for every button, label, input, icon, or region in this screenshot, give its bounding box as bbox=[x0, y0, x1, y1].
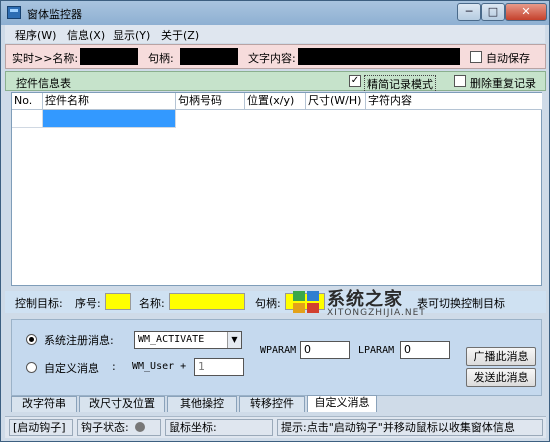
menu-program[interactable]: 程序(W) bbox=[15, 27, 56, 43]
realtime-handle-value bbox=[180, 48, 238, 65]
close-button[interactable]: ✕ bbox=[505, 3, 547, 21]
title-bar[interactable]: 窗体监控器 ─ □ ✕ bbox=[1, 1, 549, 25]
realtime-text-label: 文字内容: bbox=[248, 52, 296, 65]
dedupe-checkbox[interactable] bbox=[454, 75, 466, 87]
target-index-field[interactable] bbox=[105, 293, 131, 310]
control-info-title: 控件信息表 bbox=[16, 77, 71, 90]
realtime-text-value bbox=[298, 48, 460, 65]
realtime-handle-label: 句柄: bbox=[148, 52, 174, 65]
window-title: 窗体监控器 bbox=[27, 8, 82, 21]
autosave-checkbox[interactable] bbox=[470, 51, 482, 63]
status-bar: [启动钩子] 钩子状态: 鼠标坐标: 提示:点击"启动钩子"并移动鼠标以收集窗体… bbox=[5, 416, 546, 438]
tab-transfer-control[interactable]: 转移控件 bbox=[239, 396, 305, 412]
chevron-down-icon[interactable]: ▼ bbox=[227, 332, 241, 348]
hook-state-indicator-icon bbox=[134, 422, 145, 432]
system-message-radio[interactable] bbox=[26, 334, 37, 345]
dedupe-label: 删除重复记录 bbox=[470, 77, 536, 90]
message-panel: 系统注册消息: WM_ACTIVATE ▼ 自定义消息 : WM_User + … bbox=[11, 319, 542, 396]
system-message-label: 系统注册消息: bbox=[44, 334, 114, 347]
realtime-name-value bbox=[80, 48, 138, 65]
column-header-control-name[interactable]: 控件名称 bbox=[43, 93, 176, 110]
realtime-name-label: 实时>>名称: bbox=[12, 52, 79, 65]
tab-strip: 改字符串 改尺寸及位置 其他操控 转移控件 自定义消息 bbox=[5, 395, 546, 412]
autosave-label: 自动保存 bbox=[486, 52, 530, 65]
table-cell-selected[interactable] bbox=[43, 110, 176, 128]
system-message-select[interactable]: WM_ACTIVATE ▼ bbox=[134, 331, 242, 349]
mouse-coords: 鼠标坐标: bbox=[165, 419, 273, 436]
send-button[interactable]: 发送此消息 bbox=[466, 368, 536, 387]
column-header-content[interactable]: 字符内容 bbox=[366, 93, 542, 110]
tab-other-controls[interactable]: 其他操控 bbox=[167, 396, 237, 412]
target-handle-field[interactable] bbox=[285, 293, 325, 310]
start-hook-button[interactable]: [启动钩子] bbox=[9, 419, 73, 436]
main-window: 窗体监控器 ─ □ ✕ 程序(W) 信息(X) 显示(Y) 关于(Z) 实时>>… bbox=[0, 0, 550, 442]
column-header-handle[interactable]: 句柄号码 bbox=[176, 93, 245, 110]
target-name-label: 名称: bbox=[139, 297, 165, 310]
control-target-label: 控制目标: bbox=[15, 297, 63, 310]
column-header-size[interactable]: 尺寸(W/H) bbox=[306, 93, 366, 110]
system-message-value: WM_ACTIVATE bbox=[138, 334, 205, 345]
hook-state: 钩子状态: bbox=[77, 419, 161, 436]
custom-message-input[interactable]: 1 bbox=[194, 358, 244, 376]
control-info-bar: 控件信息表 ✓ 精简记录模式 删除重复记录 bbox=[5, 71, 546, 93]
control-target-bar: 控制目标: 序号: 名称: 句柄: 表可切换控制目标 bbox=[5, 291, 546, 313]
menu-about[interactable]: 关于(Z) bbox=[161, 27, 199, 43]
column-header-no[interactable]: No. bbox=[12, 93, 43, 110]
minimize-button[interactable]: ─ bbox=[457, 3, 481, 21]
realtime-panel: 实时>>名称: 句柄: 文字内容: 自动保存 bbox=[5, 44, 546, 69]
broadcast-button[interactable]: 广播此消息 bbox=[466, 347, 536, 366]
status-hint: 提示:点击"启动钩子"并移动鼠标以收集窗体信息 bbox=[277, 419, 543, 436]
menu-info[interactable]: 信息(X) bbox=[67, 27, 105, 43]
tab-custom-message[interactable]: 自定义消息 bbox=[307, 395, 377, 412]
target-handle-label: 句柄: bbox=[255, 297, 281, 310]
menu-display[interactable]: 显示(Y) bbox=[113, 27, 150, 43]
wparam-input[interactable]: 0 bbox=[300, 341, 350, 359]
menu-bar: 程序(W) 信息(X) 显示(Y) 关于(Z) bbox=[5, 25, 545, 43]
control-table[interactable]: No. 控件名称 句柄号码 位置(x/y) 尺寸(W/H) 字符内容 bbox=[11, 92, 542, 286]
target-hint-text: 表可切换控制目标 bbox=[417, 297, 505, 310]
column-header-position[interactable]: 位置(x/y) bbox=[245, 93, 306, 110]
simple-mode-label: 精简记录模式 bbox=[364, 75, 436, 93]
lparam-label: LPARAM bbox=[358, 345, 395, 356]
tab-size-position[interactable]: 改尺寸及位置 bbox=[79, 396, 165, 412]
table-cell[interactable] bbox=[12, 110, 43, 128]
maximize-button[interactable]: □ bbox=[481, 3, 505, 21]
custom-message-colon: : bbox=[112, 360, 116, 373]
wparam-label: WPARAM bbox=[260, 345, 297, 356]
simple-mode-checkbox[interactable]: ✓ bbox=[349, 75, 361, 87]
lparam-input[interactable]: 0 bbox=[400, 341, 450, 359]
tab-edit-string[interactable]: 改字符串 bbox=[11, 396, 77, 412]
custom-message-radio[interactable] bbox=[26, 362, 37, 373]
app-icon bbox=[7, 6, 21, 19]
hook-state-label: 钩子状态: bbox=[81, 421, 129, 434]
custom-message-prefix: WM_User + bbox=[132, 361, 187, 372]
target-name-field[interactable] bbox=[169, 293, 245, 310]
target-index-label: 序号: bbox=[75, 297, 101, 310]
custom-message-label: 自定义消息 bbox=[44, 362, 99, 375]
